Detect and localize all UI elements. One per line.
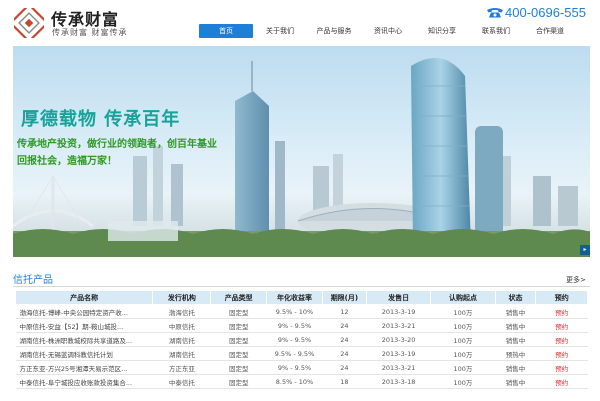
table-row: 方正东亚-方兴25号湘潭天易示范区... 方正东亚 固定型 9% - 9.5% …: [15, 360, 588, 375]
issuer-cell: 中原信托: [152, 318, 211, 333]
nav-item-about[interactable]: 关于我们: [253, 24, 307, 38]
product-name-link[interactable]: 中原信托-安益【52】期-鞍山城投...: [15, 318, 153, 333]
column-header-minimum: 认购起点: [430, 290, 496, 305]
column-header-term: 期限(月): [321, 290, 367, 305]
date-cell: 2013-3-20: [366, 332, 431, 347]
term-cell: 24: [322, 360, 367, 375]
issuer-cell: 方正东亚: [152, 360, 211, 375]
nav-item-news[interactable]: 资讯中心: [361, 24, 415, 38]
yield-cell: 9.5% - 10%: [266, 304, 323, 319]
hero-banner: 厚德载物 传承百年 传承地产投资，做行业的领跑者，创百年基业 回报社会，造福万家…: [13, 46, 590, 257]
product-name-link[interactable]: 中泰信托-阜宁城投应收账款投资集合...: [15, 374, 153, 389]
reserve-link[interactable]: 预约: [535, 304, 588, 319]
term-cell: 18: [322, 374, 367, 389]
column-header-issuer: 发行机构: [152, 290, 212, 305]
product-name-link[interactable]: 方正东亚-方兴25号湘潭天易示范区...: [15, 360, 153, 375]
nav-item-partners[interactable]: 合作渠道: [523, 24, 577, 38]
type-cell: 固定型: [210, 332, 267, 347]
yield-cell: 9.5% - 9.5%: [266, 346, 323, 361]
term-cell: 24: [322, 332, 367, 347]
trust-products-table: 产品名称 发行机构 产品类型 年化收益率 期限(月) 发售日 认购起点 状态 预…: [14, 290, 588, 389]
yield-cell: 9% - 9.5%: [266, 332, 323, 347]
nav-item-knowledge[interactable]: 知识分享: [415, 24, 469, 38]
reserve-link[interactable]: 预约: [535, 374, 588, 389]
issuer-cell: 湖南信托: [152, 332, 211, 347]
banner-tagline-line2: 回报社会，造福万家！: [17, 156, 117, 167]
table-row: 中原信托-安益【52】期-鞍山城投... 中原信托 固定型 9% - 9.5% …: [15, 318, 588, 333]
status-cell: 预热中: [495, 346, 536, 361]
banner-headline: 厚德载物 传承百年: [21, 109, 181, 130]
type-cell: 固定型: [210, 374, 267, 389]
date-cell: 2013-3-21: [366, 318, 431, 333]
section-title-trust-products: 信托产品: [13, 275, 53, 286]
telephone-icon: [487, 7, 503, 17]
more-link[interactable]: 更多>: [566, 275, 586, 285]
site-header: 传承财富 传承财富 财富传承 首页 关于我们 产品与服务 资讯中心 知识分享 联…: [0, 0, 600, 46]
minimum-cell: 100万: [430, 360, 496, 375]
reserve-link[interactable]: 预约: [535, 346, 588, 361]
minimum-cell: 100万: [430, 346, 496, 361]
term-cell: 24: [322, 318, 367, 333]
date-cell: 2013-3-18: [366, 374, 431, 389]
reserve-link[interactable]: 预约: [535, 332, 588, 347]
minimum-cell: 100万: [430, 318, 496, 333]
type-cell: 固定型: [210, 346, 267, 361]
yield-cell: 9% - 9.5%: [266, 318, 323, 333]
column-header-product-name: 产品名称: [14, 290, 154, 305]
date-cell: 2013-3-19: [366, 304, 431, 319]
date-cell: 2013-3-21: [366, 360, 431, 375]
term-cell: 12: [322, 304, 367, 319]
minimum-cell: 100万: [430, 374, 496, 389]
banner-tagline-line1: 传承地产投资，做行业的领跑者，创百年基业: [17, 139, 217, 150]
brand-slogan: 传承财富 财富传承: [52, 28, 128, 37]
yield-cell: 8.5% - 10%: [266, 374, 323, 389]
column-header-product-type: 产品类型: [210, 290, 268, 305]
type-cell: 固定型: [210, 360, 267, 375]
main-nav: 首页 关于我们 产品与服务 资讯中心 知识分享 联系我们 合作渠道: [199, 24, 577, 38]
table-row: 渤海信托-博峰-中央公园特定资产收... 渤海信托 固定型 9.5% - 10%…: [15, 304, 588, 319]
logo-icon[interactable]: [14, 8, 44, 38]
status-cell: 销售中: [495, 318, 536, 333]
hotline-number: 400-0696-555: [505, 4, 586, 20]
column-header-status: 状态: [494, 290, 537, 305]
product-name-link[interactable]: 渤海信托-博峰-中央公园特定资产收...: [15, 304, 153, 319]
type-cell: 固定型: [210, 318, 267, 333]
type-cell: 固定型: [210, 304, 267, 319]
status-cell: 销售中: [495, 360, 536, 375]
table-header-row: 产品名称 发行机构 产品类型 年化收益率 期限(月) 发售日 认购起点 状态 预…: [14, 290, 588, 305]
term-cell: 24: [322, 346, 367, 361]
nav-item-contact[interactable]: 联系我们: [469, 24, 523, 38]
table-row: 中泰信托-阜宁城投应收账款投资集合... 中泰信托 固定型 8.5% - 10%…: [15, 374, 588, 389]
status-cell: 销售中: [495, 374, 536, 389]
date-cell: 2013-3-19: [366, 346, 431, 361]
product-name-link[interactable]: 湖南信托-株洲职教城校际共享道路及...: [15, 332, 153, 347]
column-header-reserve: 预约: [535, 290, 588, 305]
product-name-link[interactable]: 湖南信托-无锡蓝调科教信托计划: [15, 346, 153, 361]
issuer-cell: 中泰信托: [152, 374, 211, 389]
reserve-link[interactable]: 预约: [535, 318, 588, 333]
reserve-link[interactable]: 预约: [535, 360, 588, 375]
issuer-cell: 渤海信托: [152, 304, 211, 319]
status-cell: 销售中: [495, 332, 536, 347]
table-row: 湖南信托-无锡蓝调科教信托计划 湖南信托 固定型 9.5% - 9.5% 24 …: [15, 346, 588, 361]
nav-item-products[interactable]: 产品与服务: [307, 24, 361, 38]
issuer-cell: 湖南信托: [152, 346, 211, 361]
column-header-sale-date: 发售日: [365, 290, 432, 305]
yield-cell: 9% - 9.5%: [266, 360, 323, 375]
table-row: 湖南信托-株洲职教城校际共享道路及... 湖南信托 固定型 9% - 9.5% …: [15, 332, 588, 347]
minimum-cell: 100万: [430, 332, 496, 347]
status-cell: 销售中: [495, 304, 536, 319]
minimum-cell: 100万: [430, 304, 496, 319]
hotline: 400-0696-555: [486, 3, 586, 21]
column-header-annual-yield: 年化收益率: [266, 290, 323, 305]
banner-next-icon[interactable]: ▸: [580, 245, 590, 255]
nav-item-home[interactable]: 首页: [199, 24, 253, 38]
section-divider: [13, 286, 590, 287]
